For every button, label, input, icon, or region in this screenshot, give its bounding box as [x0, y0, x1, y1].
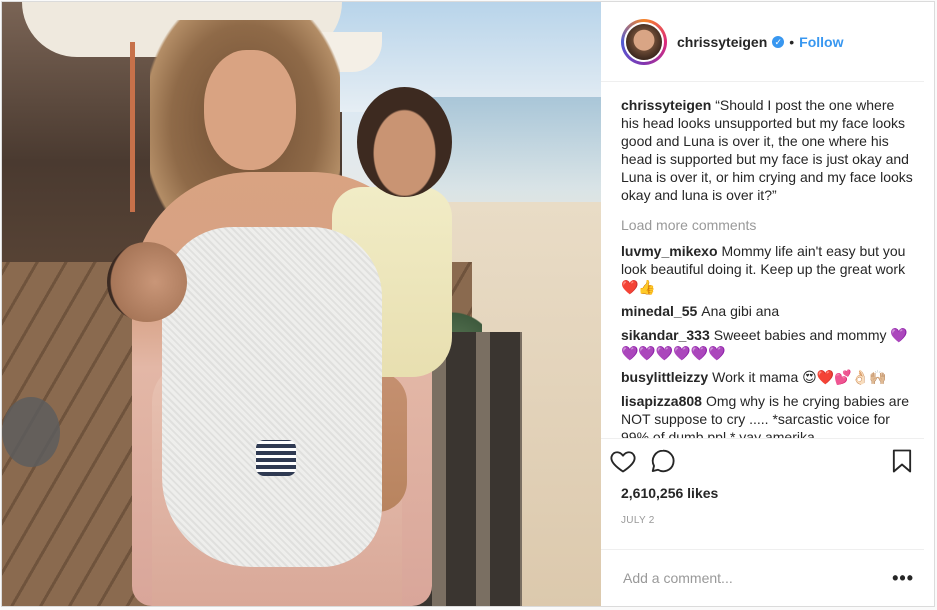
- photo-woman-face: [204, 50, 296, 170]
- comment-username[interactable]: luvmy_mikexo: [621, 243, 718, 259]
- avatar[interactable]: [624, 21, 664, 62]
- post-header: chrissyteigen ✓ • Follow: [601, 2, 924, 82]
- heart-icon[interactable]: [609, 447, 637, 475]
- photo-umbrella-pole: [130, 42, 135, 212]
- more-options-icon[interactable]: •••: [892, 568, 914, 589]
- comments-section: chrissyteigen “Should I post the one wher…: [601, 82, 934, 438]
- instagram-post: chrissyteigen ✓ • Follow chrissyteigen “S…: [1, 1, 935, 607]
- comment-item: lisapizza808 Omg why is he crying babies …: [621, 392, 914, 438]
- story-ring[interactable]: [621, 18, 667, 65]
- load-more-comments-button[interactable]: Load more comments: [621, 216, 914, 234]
- comment-username[interactable]: busylittleizzy: [621, 369, 708, 385]
- comment-item: luvmy_mikexo Mommy life ain't easy but yo…: [621, 242, 914, 296]
- add-comment-input[interactable]: [621, 569, 865, 587]
- action-bar: [601, 438, 924, 479]
- photo-baby-sock: [256, 440, 296, 476]
- comment-username[interactable]: minedal_55: [621, 303, 697, 319]
- comment-item: busylittleizzy Work it mama 😍❤️💕👌🏻🙌🏼: [621, 368, 914, 386]
- comment-text: Ana gibi ana: [701, 303, 780, 319]
- post-caption: chrissyteigen “Should I post the one wher…: [621, 96, 914, 204]
- post-side-panel: chrissyteigen ✓ • Follow chrissyteigen “S…: [601, 2, 934, 606]
- photo-baby: [107, 242, 187, 322]
- post-date[interactable]: JULY 2: [601, 507, 934, 537]
- add-comment-bar: •••: [601, 549, 924, 606]
- comment-item: minedal_55 Ana gibi ana: [621, 302, 914, 320]
- header-username[interactable]: chrissyteigen: [677, 34, 767, 50]
- post-photo[interactable]: [2, 2, 601, 606]
- photo-baby-blanket: [162, 227, 382, 567]
- likes-count[interactable]: 2,610,256 likes: [601, 479, 934, 507]
- caption-username[interactable]: chrissyteigen: [621, 97, 711, 113]
- bookmark-icon[interactable]: [888, 447, 916, 475]
- comment-bubble-icon[interactable]: [649, 447, 677, 475]
- photo-toddler: [357, 87, 452, 197]
- comment-text: Work it mama 😍❤️💕👌🏻🙌🏼: [712, 369, 887, 385]
- photo-table: [2, 397, 60, 467]
- header-separator: •: [789, 33, 795, 50]
- follow-button[interactable]: Follow: [799, 34, 843, 50]
- comment-username[interactable]: sikandar_333: [621, 327, 710, 343]
- comment-item: sikandar_333 Sweeet babies and mommy 💜💜💜💜…: [621, 326, 914, 362]
- verified-badge-icon: ✓: [772, 35, 785, 48]
- comment-username[interactable]: lisapizza808: [621, 393, 702, 409]
